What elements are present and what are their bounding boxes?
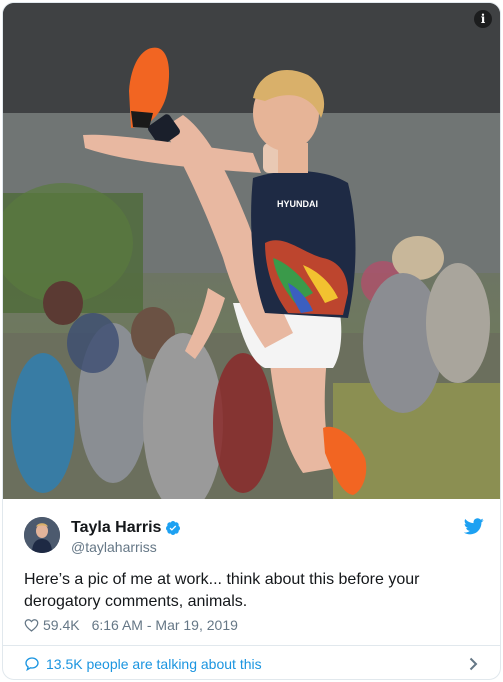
tweet-photo[interactable]: HYUNDAI i [3, 3, 500, 499]
athlete-kicking-photo: HYUNDAI [3, 3, 500, 499]
speech-bubble-icon [25, 656, 39, 671]
tweet-meta: 59.4K 6:16 AM - Mar 19, 2019 [24, 616, 238, 634]
author-handle[interactable]: @taylaharriss [71, 539, 157, 555]
conversation-link[interactable]: 13.5K people are talking about this [3, 646, 500, 679]
author-name[interactable]: Tayla Harris [71, 519, 161, 537]
heart-icon[interactable] [24, 618, 39, 632]
tweet-author[interactable]: Tayla Harris @taylaharriss [24, 516, 484, 556]
tweet-text: Here’s a pic of me at work... think abou… [24, 571, 420, 610]
chevron-right-icon[interactable] [469, 657, 478, 671]
tweet-timestamp[interactable]: 6:16 AM - Mar 19, 2019 [92, 617, 238, 633]
conversation-count-text[interactable]: 13.5K people are talking about this [46, 656, 262, 672]
like-count[interactable]: 59.4K [43, 617, 80, 633]
jersey-brand-text: HYUNDAI [277, 199, 318, 209]
avatar[interactable] [24, 517, 60, 553]
avatar-image [24, 517, 60, 553]
media-info-icon[interactable]: i [474, 10, 492, 28]
twitter-bird-icon[interactable] [464, 518, 484, 535]
embedded-tweet-card: HYUNDAI i Tayla Harris @taylaharriss Her… [2, 2, 501, 680]
author-name-row[interactable]: Tayla Harris [71, 519, 181, 537]
verified-badge-icon [166, 521, 181, 535]
